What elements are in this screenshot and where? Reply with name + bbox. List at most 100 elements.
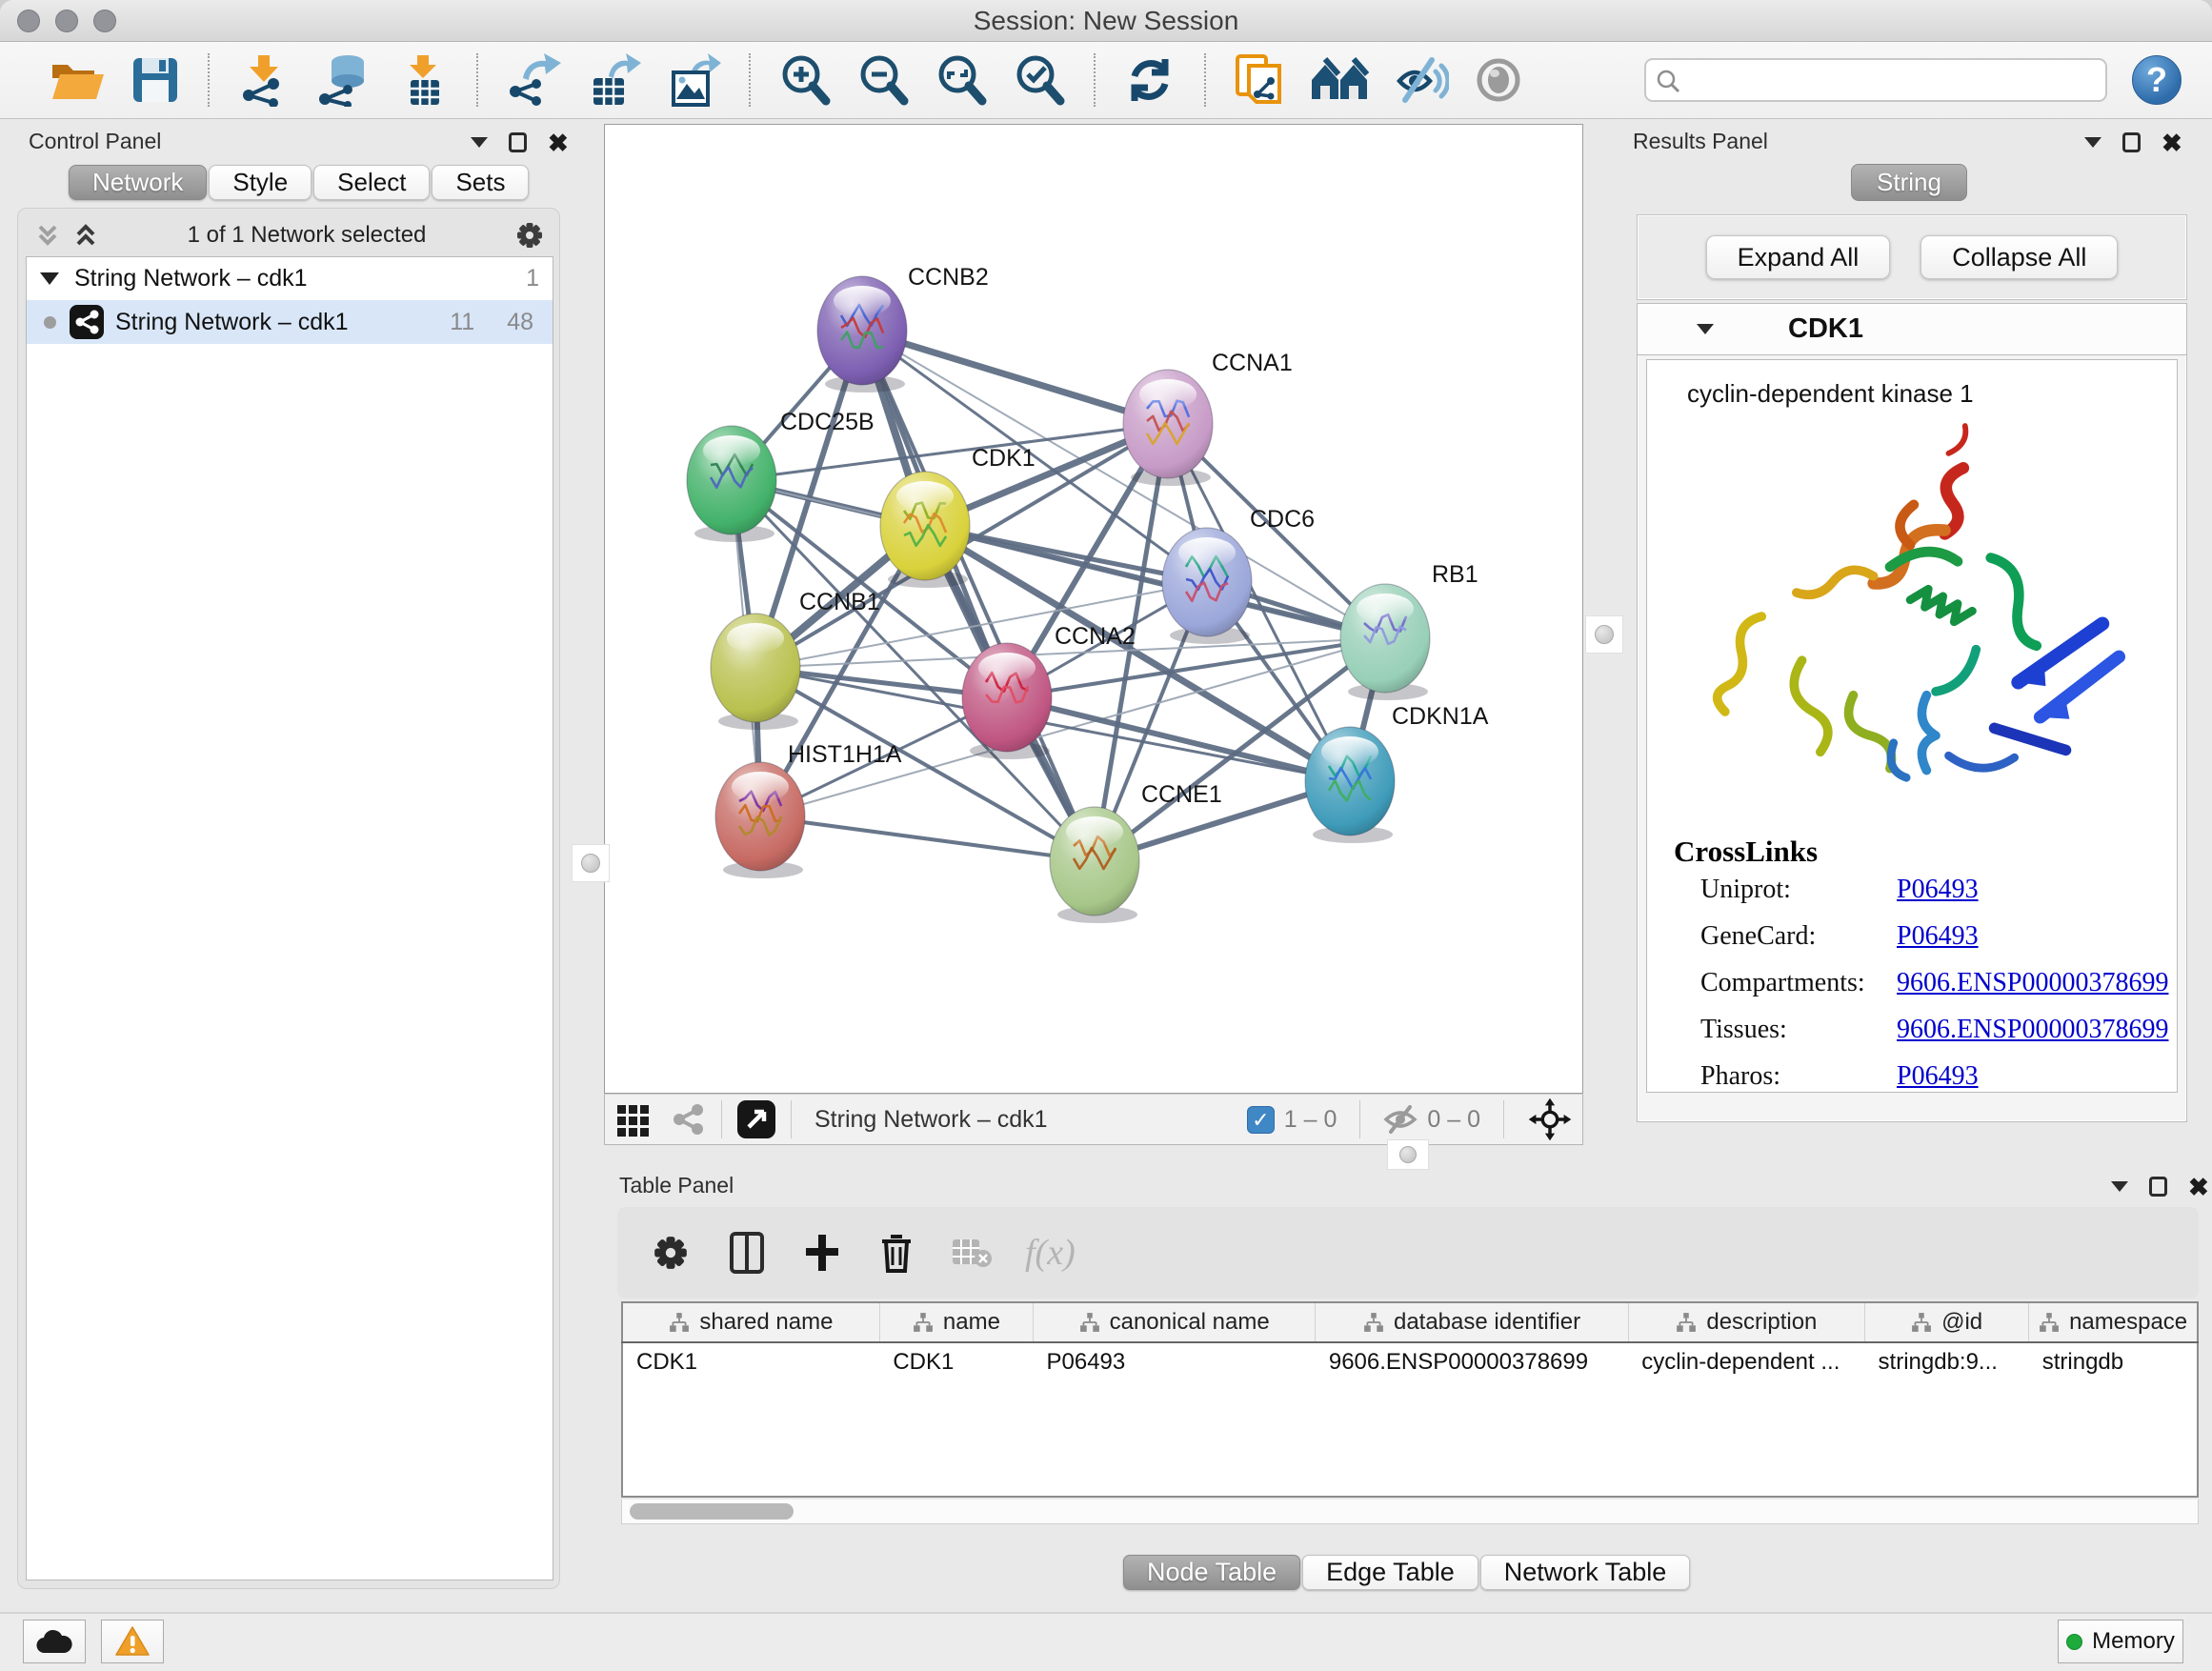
zoom-out-button[interactable]	[853, 50, 914, 111]
warnings-button[interactable]	[101, 1620, 164, 1663]
table-cell[interactable]: P06493	[1034, 1342, 1316, 1497]
network-view-icon[interactable]	[668, 1099, 708, 1139]
tab-edge-table[interactable]: Edge Table	[1302, 1555, 1478, 1590]
gene-section-header[interactable]: CDK1	[1638, 304, 2186, 355]
export-network-button[interactable]	[502, 50, 565, 111]
table-horizontal-scrollbar[interactable]	[621, 1500, 2199, 1524]
close-panel-icon[interactable]: ✖	[548, 133, 569, 152]
close-panel-icon[interactable]: ✖	[2162, 133, 2182, 152]
search-input[interactable]	[1644, 58, 2107, 102]
table-tabs: Node Table Edge Table Network Table	[1123, 1555, 1692, 1590]
tab-select[interactable]: Select	[313, 165, 430, 200]
network-collection-row[interactable]: String Network – cdk1 1	[27, 257, 553, 300]
show-columns-button[interactable]	[724, 1227, 770, 1278]
zoom-fit-button[interactable]	[931, 50, 992, 111]
zoom-selected-button[interactable]	[1009, 50, 1070, 111]
import-table-button[interactable]	[393, 50, 452, 111]
hide-selected-button[interactable]	[1390, 50, 1453, 110]
network-node-CDC25B[interactable]	[687, 426, 776, 542]
column-header-sharedname[interactable]: shared name	[622, 1302, 879, 1342]
selected-checkbox-icon[interactable]: ✓	[1247, 1106, 1275, 1134]
network-node-HIST1H1A[interactable]	[715, 762, 805, 878]
network-edge[interactable]	[760, 816, 1095, 861]
panel-menu-icon[interactable]	[2111, 1181, 2128, 1192]
network-row-selected[interactable]: String Network – cdk1 11 48	[27, 300, 553, 344]
cloud-status-button[interactable]	[23, 1620, 86, 1663]
gear-icon[interactable]	[513, 219, 546, 252]
column-header-namespace[interactable]: namespace	[2029, 1302, 2198, 1342]
tab-sets[interactable]: Sets	[432, 165, 529, 200]
results-panel: Results Panel ✖ String Expand All Collap…	[1619, 119, 2204, 1148]
table-cell[interactable]: CDK1	[622, 1342, 879, 1497]
expand-all-icon[interactable]	[71, 221, 100, 250]
zoom-in-button[interactable]	[774, 50, 835, 111]
table-row[interactable]: CDK1CDK1P064939606.ENSP00000378699cyclin…	[622, 1342, 2198, 1497]
tab-style[interactable]: Style	[209, 165, 312, 200]
column-header-canonicalname[interactable]: canonical name	[1034, 1302, 1316, 1342]
help-button[interactable]: ?	[2132, 55, 2182, 105]
column-header-name[interactable]: name	[879, 1302, 1033, 1342]
column-header-databaseidentifier[interactable]: database identifier	[1316, 1302, 1628, 1342]
open-session-button[interactable]	[45, 51, 110, 109]
import-network-button[interactable]	[233, 50, 294, 111]
float-panel-icon[interactable]	[2122, 132, 2141, 152]
network-edge[interactable]	[862, 331, 1095, 861]
tab-node-table[interactable]: Node Table	[1123, 1555, 1300, 1590]
network-label: String Network – cdk1	[115, 309, 450, 336]
column-header-description[interactable]: description	[1628, 1302, 1864, 1342]
collapse-all-button[interactable]: Collapse All	[1920, 235, 2118, 279]
network-node-CCNA1[interactable]	[1123, 370, 1213, 486]
panel-menu-icon[interactable]	[2084, 137, 2101, 148]
network-canvas[interactable]: CCNB2CCNA1CDC25BCDK1CDC6RB1CCNB1CCNA2CDK…	[604, 124, 1583, 1094]
network-node-RB1[interactable]	[1340, 584, 1430, 700]
network-node-CCNB1[interactable]	[711, 614, 800, 730]
show-all-button[interactable]	[1470, 51, 1527, 109]
network-node-CCNB2[interactable]	[817, 276, 907, 393]
expand-all-button[interactable]: Expand All	[1706, 235, 1891, 279]
tree-expand-icon[interactable]	[40, 272, 59, 285]
grid-view-icon[interactable]	[614, 1100, 653, 1138]
table-cell[interactable]: stringdb:9...	[1865, 1342, 2029, 1497]
crosslink-link[interactable]: P06493	[1897, 1061, 1979, 1092]
refresh-button[interactable]	[1119, 50, 1180, 111]
network-tree: String Network – cdk1 1 String Network –…	[26, 256, 553, 1580]
tab-network[interactable]: Network	[69, 165, 207, 200]
export-image-button[interactable]	[662, 50, 725, 111]
float-panel-icon[interactable]	[2149, 1177, 2167, 1197]
right-splitter-handle[interactable]	[1585, 615, 1623, 654]
network-node-CDKN1A[interactable]	[1305, 727, 1395, 843]
scrollbar-thumb[interactable]	[630, 1503, 794, 1520]
network-node-CCNA2[interactable]	[962, 643, 1052, 759]
import-network-from-database-button[interactable]	[312, 50, 376, 111]
clone-network-button[interactable]	[1230, 49, 1289, 111]
collapse-all-icon[interactable]	[33, 221, 62, 250]
fit-content-crosshair-icon[interactable]	[1527, 1097, 1573, 1142]
network-edge[interactable]	[862, 331, 1168, 424]
delete-column-button[interactable]	[875, 1227, 918, 1278]
crosslink-link[interactable]: 9606.ENSP00000378699	[1897, 1015, 2168, 1045]
save-session-button[interactable]	[127, 51, 184, 109]
tab-network-table[interactable]: Network Table	[1480, 1555, 1691, 1590]
results-tab-string[interactable]: String	[1851, 164, 1967, 201]
table-cell[interactable]: stringdb	[2029, 1342, 2198, 1497]
table-cell[interactable]: cyclin-dependent ...	[1628, 1342, 1864, 1497]
control-panel-title: Control Panel	[29, 129, 161, 154]
close-panel-icon[interactable]: ✖	[2188, 1178, 2209, 1197]
crosslink-link[interactable]: P06493	[1897, 921, 1979, 952]
table-cell[interactable]: 9606.ENSP00000378699	[1316, 1342, 1628, 1497]
column-header-id[interactable]: @id	[1865, 1302, 2029, 1342]
table-settings-button[interactable]	[646, 1228, 695, 1278]
crosslink-link[interactable]: 9606.ENSP00000378699	[1897, 968, 2168, 998]
memory-button[interactable]: Memory	[2058, 1620, 2183, 1663]
panel-menu-icon[interactable]	[471, 137, 488, 148]
section-collapse-icon[interactable]	[1697, 324, 1714, 334]
add-column-button[interactable]	[798, 1227, 846, 1278]
left-splitter-handle[interactable]	[572, 844, 610, 882]
network-node-CCNE1[interactable]	[1050, 807, 1139, 923]
float-panel-icon[interactable]	[509, 132, 527, 152]
neighborhood-button[interactable]	[1306, 51, 1373, 109]
export-table-button[interactable]	[582, 50, 645, 111]
crosslink-link[interactable]: P06493	[1897, 875, 1979, 905]
detach-view-icon[interactable]	[735, 1098, 777, 1140]
table-cell[interactable]: CDK1	[879, 1342, 1033, 1497]
